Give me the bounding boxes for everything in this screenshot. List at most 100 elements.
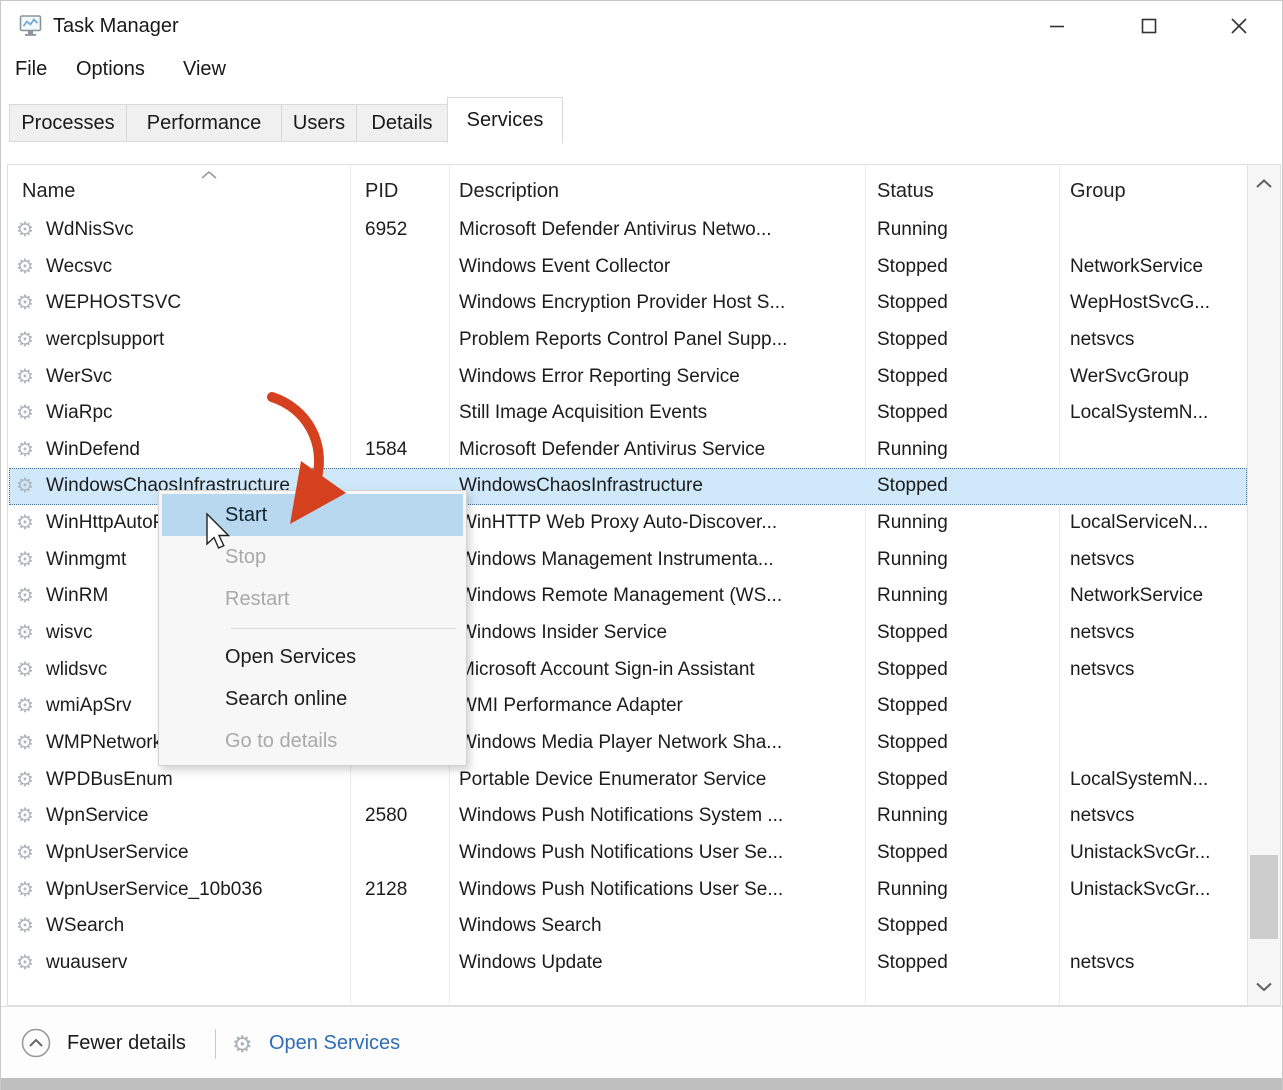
menu-file[interactable]: File <box>15 58 47 81</box>
service-status: Stopped <box>877 322 948 359</box>
close-button[interactable] <box>1215 5 1263 47</box>
service-description: Still Image Acquisition Events <box>459 395 707 432</box>
service-description: Windows Insider Service <box>459 615 667 652</box>
service-description: Windows Event Collector <box>459 249 670 286</box>
service-icon: ⚙ <box>16 542 34 579</box>
service-status: Running <box>877 505 948 542</box>
service-group: LocalSystemN... <box>1070 395 1208 432</box>
service-description: Windows Update <box>459 945 603 982</box>
column-header-group[interactable]: Group <box>1070 165 1126 212</box>
column-header-pid[interactable]: PID <box>365 165 398 212</box>
service-group: LocalSystemN... <box>1070 762 1208 799</box>
service-row[interactable]: ⚙WEPHOSTSVCWindows Encryption Provider H… <box>9 285 1247 322</box>
service-icon: ⚙ <box>16 578 34 615</box>
context-menu-start[interactable]: Start <box>162 494 463 536</box>
maximize-icon <box>1140 17 1158 35</box>
menu-options[interactable]: Options <box>76 58 145 81</box>
tab-services[interactable]: Services <box>447 97 563 143</box>
service-description: Windows Encryption Provider Host S... <box>459 285 785 322</box>
service-icon: ⚙ <box>16 725 34 762</box>
fewer-details-button[interactable]: Fewer details <box>67 1007 186 1079</box>
service-description: Windows Management Instrumenta... <box>459 542 774 579</box>
service-status: Stopped <box>877 908 948 945</box>
service-name: WerSvc <box>46 359 112 396</box>
service-description: Windows Error Reporting Service <box>459 359 740 396</box>
column-header-name[interactable]: Name <box>22 165 75 212</box>
service-pid: 6952 <box>365 212 407 249</box>
service-name: wuauserv <box>46 945 127 982</box>
service-group: netsvcs <box>1070 652 1134 689</box>
service-pid: 2128 <box>365 872 407 909</box>
service-icon: ⚙ <box>16 762 34 799</box>
service-status: Running <box>877 872 948 909</box>
service-status: Stopped <box>877 762 948 799</box>
sort-ascending-icon <box>198 169 220 181</box>
close-icon <box>1229 16 1249 36</box>
service-icon: ⚙ <box>16 285 34 322</box>
service-status: Running <box>877 542 948 579</box>
service-row[interactable]: ⚙WSearchWindows SearchStopped <box>9 908 1247 945</box>
service-row[interactable]: ⚙WPDBusEnumPortable Device Enumerator Se… <box>9 762 1247 799</box>
minimize-button[interactable] <box>1033 5 1081 47</box>
service-description: Microsoft Defender Antivirus Service <box>459 432 765 469</box>
service-row[interactable]: ⚙ wuauserv Windows Update Stopped netsvcs <box>9 945 1247 982</box>
service-status: Stopped <box>877 468 948 505</box>
service-name: wmiApSrv <box>46 688 132 725</box>
maximize-button[interactable] <box>1125 5 1173 47</box>
service-group: netsvcs <box>1070 615 1134 652</box>
service-icon: ⚙ <box>16 835 34 872</box>
service-group: LocalServiceN... <box>1070 505 1208 542</box>
service-group: netsvcs <box>1070 945 1134 982</box>
status-bar-divider <box>215 1029 216 1059</box>
tab-details[interactable]: Details <box>356 104 448 142</box>
column-header-status[interactable]: Status <box>877 165 934 212</box>
service-row[interactable]: ⚙WpnUserServiceWindows Push Notification… <box>9 835 1247 872</box>
service-description: WMI Performance Adapter <box>459 688 683 725</box>
context-menu-open-services[interactable]: Open Services <box>159 636 466 678</box>
service-icon: ⚙ <box>16 945 34 982</box>
service-group: WerSvcGroup <box>1070 359 1189 396</box>
scroll-down-button[interactable] <box>1248 968 1280 1005</box>
service-name: WpnUserService_10b036 <box>46 872 263 909</box>
service-status: Stopped <box>877 615 948 652</box>
scroll-up-button[interactable] <box>1248 165 1280 202</box>
service-row[interactable]: ⚙WpnUserService_10b0362128Windows Push N… <box>9 872 1247 909</box>
service-row[interactable]: ⚙WerSvcWindows Error Reporting ServiceSt… <box>9 359 1247 396</box>
service-name: WpnUserService <box>46 835 189 872</box>
service-status: Stopped <box>877 945 948 982</box>
service-row[interactable]: ⚙wercplsupportProblem Reports Control Pa… <box>9 322 1247 359</box>
service-status: Stopped <box>877 395 948 432</box>
scrollbar-thumb[interactable] <box>1250 855 1278 939</box>
context-menu-search-online[interactable]: Search online <box>159 678 466 720</box>
open-services-link[interactable]: Open Services <box>269 1007 400 1079</box>
service-group: netsvcs <box>1070 322 1134 359</box>
context-menu: Start Stop Restart Open Services Search … <box>158 490 467 766</box>
tab-processes[interactable]: Processes <box>9 104 127 142</box>
service-status: Running <box>877 212 948 249</box>
chevron-up-icon <box>1255 178 1273 189</box>
service-description: WindowsChaosInfrastructure <box>459 468 703 505</box>
service-row[interactable]: ⚙WiaRpcStill Image Acquisition EventsSto… <box>9 395 1247 432</box>
service-pid: 2580 <box>365 798 407 835</box>
service-icon: ⚙ <box>16 615 34 652</box>
service-status: Stopped <box>877 285 948 322</box>
service-row[interactable]: ⚙WpnService2580Windows Push Notification… <box>9 798 1247 835</box>
tab-performance[interactable]: Performance <box>126 104 282 142</box>
service-row[interactable]: ⚙WinDefend1584Microsoft Defender Antivir… <box>9 432 1247 469</box>
service-status: Stopped <box>877 359 948 396</box>
service-row[interactable]: ⚙WdNisSvc6952Microsoft Defender Antiviru… <box>9 212 1247 249</box>
service-description: Problem Reports Control Panel Supp... <box>459 322 787 359</box>
service-description: Windows Search <box>459 908 602 945</box>
window-bottom-edge <box>1 1078 1282 1090</box>
service-status: Running <box>877 798 948 835</box>
service-row[interactable]: ⚙WecsvcWindows Event CollectorStoppedNet… <box>9 249 1247 286</box>
service-icon: ⚙ <box>16 432 34 469</box>
service-name: WinDefend <box>46 432 140 469</box>
column-header-description[interactable]: Description <box>459 165 559 212</box>
service-name: wercplsupport <box>46 322 164 359</box>
menu-view[interactable]: View <box>183 58 226 81</box>
vertical-scrollbar[interactable] <box>1247 165 1280 1005</box>
tab-users[interactable]: Users <box>281 104 357 142</box>
service-status: Running <box>877 432 948 469</box>
service-group: NetworkService <box>1070 249 1203 286</box>
